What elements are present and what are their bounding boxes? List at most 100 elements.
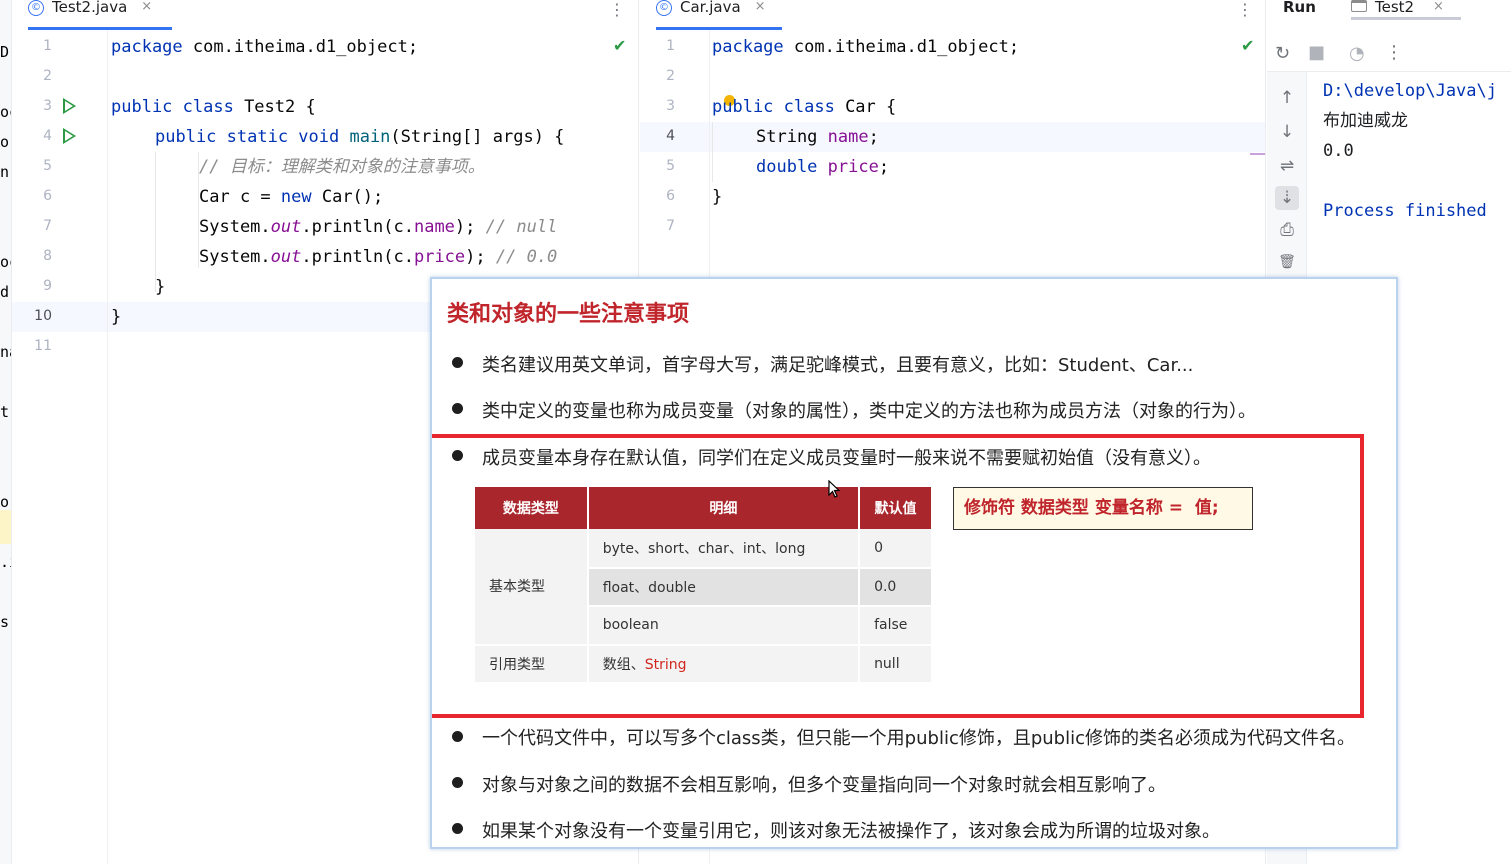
- code-line-1[interactable]: package com.itheima.d1_object;: [111, 37, 418, 57]
- slide-bullet: 类中定义的变量也称为成员变量（对象的属性），类中定义的方法也称为成员方法（对象的…: [482, 401, 1256, 422]
- line-number: 3: [43, 98, 52, 114]
- line-number: 2: [666, 68, 675, 84]
- slide-title: 类和对象的一些注意事项: [447, 302, 690, 327]
- close-icon[interactable]: ×: [755, 0, 766, 14]
- editor-tabbar: © Test2.java × ⋮: [12, 0, 638, 30]
- line-number-current: 10: [34, 308, 52, 324]
- tree-fragment: .i: [0, 553, 11, 571]
- debug-icon[interactable]: ◔: [1349, 44, 1365, 64]
- line-number: 7: [666, 218, 675, 234]
- tree-fragment: D: [0, 43, 10, 61]
- scroll-to-end-icon[interactable]: ⇣: [1275, 186, 1299, 210]
- code-line-5[interactable]: double price;: [756, 157, 889, 177]
- bullet-dot: [452, 777, 463, 788]
- arrow-down-icon[interactable]: ↓: [1275, 120, 1299, 144]
- line-number: 9: [43, 278, 52, 294]
- console-output-line: D:\develop\Java\j: [1323, 81, 1497, 101]
- bullet-dot: [452, 403, 463, 414]
- run-toolbar: ↻ ■ ◔ ⋮: [1267, 36, 1511, 72]
- more-options-icon[interactable]: ⋮: [1237, 0, 1253, 19]
- line-number: 7: [43, 218, 52, 234]
- more-options-icon[interactable]: ⋮: [609, 0, 625, 19]
- tab-test2-java[interactable]: © Test2.java ×: [28, 0, 172, 30]
- run-main-icon[interactable]: [63, 128, 76, 144]
- code-line-6[interactable]: }: [712, 187, 722, 207]
- tab-run-test2[interactable]: Test2: [1375, 0, 1414, 15]
- line-number: 8: [43, 248, 52, 264]
- code-line-6[interactable]: Car c = new Car();: [199, 187, 383, 207]
- project-tree-strip: D oc o n oc d na t o .i s: [0, 0, 12, 864]
- tree-fragment: oc: [0, 253, 11, 271]
- console-output-line: 0.0: [1323, 141, 1354, 161]
- code-line-10[interactable]: }: [111, 307, 121, 327]
- code-line-3[interactable]: public class Car {: [712, 97, 896, 117]
- tab-car-java[interactable]: © Car.java ×: [656, 0, 782, 30]
- tree-fragment: s: [0, 613, 10, 631]
- tab-label: Car.java: [680, 0, 741, 16]
- no-problems-check-icon: ✔: [613, 36, 627, 55]
- bullet-dot: [452, 357, 463, 368]
- slide-bullet: 类名建议用英文单词，首字母大写，满足驼峰模式，且要有意义，比如：Student、…: [482, 355, 1194, 376]
- slide-bullet: 如果某个对象没有一个变量引用它，则该对象无法被操作了，该对象会成为所谓的垃圾对象…: [482, 821, 1220, 842]
- line-number: 11: [34, 338, 52, 354]
- line-number: 5: [43, 158, 52, 174]
- slide-bullet: 对象与对象之间的数据不会相互影响，但多个变量指向同一个对象时就会相互影响了。: [482, 775, 1166, 796]
- soft-wrap-icon[interactable]: ⇌: [1275, 154, 1299, 178]
- line-number-current: 4: [666, 128, 675, 144]
- code-line-4[interactable]: public static void main(String[] args) {: [155, 127, 564, 147]
- code-line-5[interactable]: // 目标：理解类和对象的注意事项。: [199, 157, 485, 177]
- line-number: 3: [666, 98, 675, 114]
- highlight-frame: [432, 434, 1364, 718]
- line-number: 6: [43, 188, 52, 204]
- more-options-icon[interactable]: ⋮: [1385, 43, 1403, 63]
- tree-fragment: o: [0, 133, 10, 151]
- code-line-4[interactable]: String name;: [756, 127, 879, 147]
- mouse-pointer-icon: [828, 480, 841, 498]
- code-line-1[interactable]: package com.itheima.d1_object;: [712, 37, 1019, 57]
- close-icon[interactable]: ×: [1433, 0, 1444, 14]
- run-panel-title: Run: [1283, 0, 1316, 16]
- code-line-8[interactable]: System.out.println(c.price); // 0.0: [199, 247, 557, 267]
- lecture-slide-overlay: 类和对象的一些注意事项 类名建议用英文单词，首字母大写，满足驼峰模式，且要有意义…: [430, 277, 1398, 849]
- bullet-dot: [452, 823, 463, 834]
- stop-icon[interactable]: ■: [1308, 43, 1325, 63]
- indent-guide: [712, 122, 713, 182]
- slide-bullet: 一个代码文件中，可以写多个class类，但只能一个用public修饰，且publ…: [482, 728, 1355, 749]
- error-stripe-mark: [1250, 153, 1265, 155]
- line-number: 6: [666, 188, 675, 204]
- trash-icon[interactable]: 🗑: [1275, 250, 1299, 274]
- tree-fragment: na: [0, 343, 11, 361]
- rerun-icon[interactable]: ↻: [1275, 44, 1290, 64]
- editor-tabbar: © Car.java × ⋮: [640, 0, 1265, 30]
- no-problems-check-icon: ✔: [1241, 36, 1255, 55]
- console-tab-icon: [1351, 0, 1367, 12]
- active-tab-underline: [28, 27, 172, 30]
- line-number: 1: [666, 38, 675, 54]
- code-line-7[interactable]: System.out.println(c.name); // null: [199, 217, 557, 237]
- line-number: 4: [43, 128, 52, 144]
- tab-label: Test2.java: [52, 0, 128, 16]
- console-output-line: 布加迪威龙: [1323, 111, 1408, 131]
- active-tab-underline: [1351, 17, 1461, 20]
- arrow-up-icon[interactable]: ↑: [1275, 86, 1299, 110]
- line-number: 5: [666, 158, 675, 174]
- java-class-icon: ©: [656, 0, 672, 16]
- current-line-highlight: [640, 122, 1265, 152]
- tree-fragment: o: [0, 493, 10, 511]
- tree-fragment: d: [0, 283, 10, 301]
- tree-fragment: t: [0, 403, 10, 421]
- console-output-line: Process finished: [1323, 201, 1497, 221]
- code-line-9[interactable]: }: [155, 277, 165, 297]
- close-icon[interactable]: ×: [141, 0, 152, 14]
- indent-guide: [155, 152, 156, 292]
- run-class-icon[interactable]: [63, 98, 76, 114]
- line-number: 2: [43, 68, 52, 84]
- code-line-3[interactable]: public class Test2 {: [111, 97, 316, 117]
- tree-fragment: n: [0, 163, 10, 181]
- gutter-separator: [107, 30, 108, 864]
- tree-fragment: oc: [0, 103, 11, 121]
- line-number: 1: [43, 38, 52, 54]
- active-tab-underline: [656, 27, 782, 30]
- java-class-icon: ©: [28, 0, 44, 16]
- print-icon[interactable]: ⎙: [1275, 218, 1299, 242]
